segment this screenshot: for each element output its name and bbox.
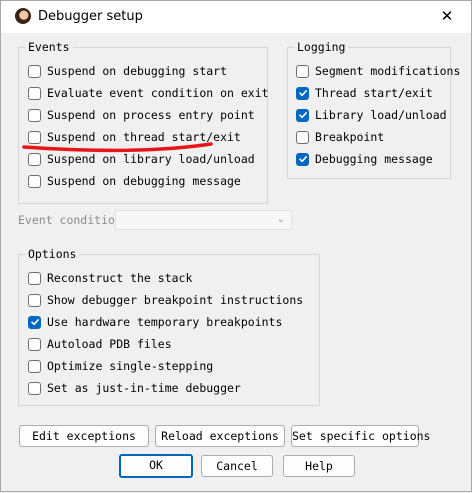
annotation-stroke — [22, 142, 213, 153]
annotation-underline — [22, 142, 213, 153]
debugger-setup-dialog: Debugger setup ✕ Events Suspend on debug… — [0, 0, 472, 492]
